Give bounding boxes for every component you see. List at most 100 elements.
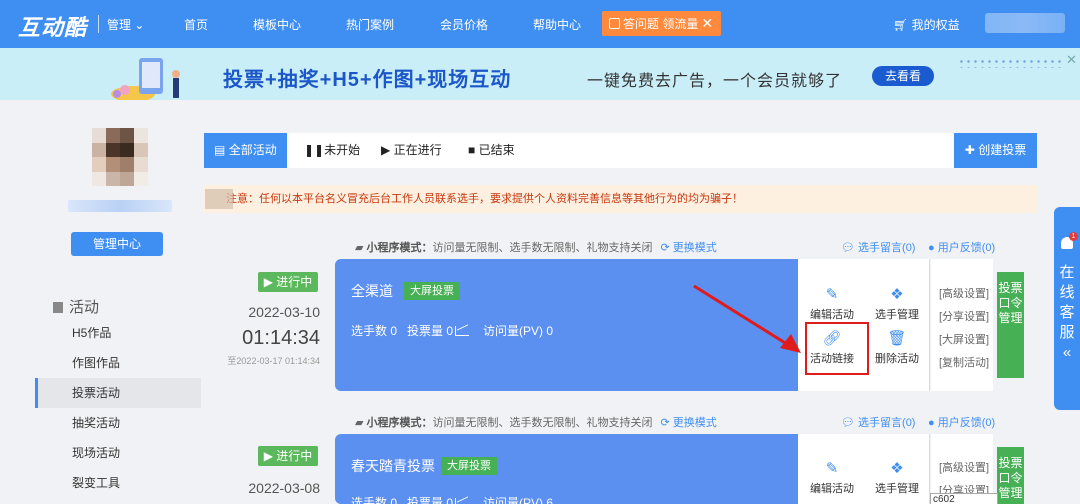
share-settings-link[interactable]: [分享设置] (939, 308, 989, 324)
online-service-label: 在线客服 « (1059, 263, 1075, 363)
refresh-icon: ⟳ (660, 242, 670, 254)
advanced-settings-link[interactable]: [高级设置] (939, 285, 989, 301)
sidebar-item-live[interactable]: 现场活动 (35, 438, 201, 468)
edit-activity-button[interactable]: ✎ 编辑活动 (802, 461, 862, 496)
vote-command-button[interactable]: 投票口令管理 (997, 447, 1024, 504)
sidebar-item-vote[interactable]: 投票活动 (35, 378, 201, 408)
trash-icon: 🗑︎ (887, 330, 907, 347)
plus-icon: ✚ (964, 143, 975, 157)
stat-players: 选手数 0 (351, 324, 398, 338)
mode-desc: 访问量无限制、选手数无限制、礼物支持关闭 (432, 417, 653, 429)
sidebar-item-design[interactable]: 作图作品 (35, 348, 201, 378)
user-feedback-label: 用户反馈(0) (937, 242, 996, 254)
sidebar-section-activity: 活动 (53, 296, 99, 317)
sidebar-item-fission[interactable]: 裂变工具 (35, 468, 201, 498)
delete-activity-label: 删除活动 (875, 353, 919, 365)
manage-center-button[interactable]: 管理中心 (71, 232, 163, 256)
status-badge: ▶ 进行中 (258, 446, 318, 466)
edit-activity-label: 编辑活动 (810, 483, 854, 495)
banner-go-button[interactable]: 去看看 (872, 66, 934, 86)
stat-visits: 访问量(PV) 0 (483, 324, 554, 338)
user-feedback-link[interactable]: ● 用户反馈(0) (928, 414, 995, 430)
promo-qa-button[interactable]: 答问题 领流量 ✕ (602, 11, 721, 36)
edit-icon: ✎ (825, 286, 839, 303)
activity-settings: [高级设置] [分享设置] [大屏设置] [复制活动] (931, 259, 993, 391)
nav-cases[interactable]: 热门案例 (346, 16, 394, 33)
activity-type-tag: 大屏投票 (441, 457, 497, 475)
stop-icon: ■ (468, 143, 476, 157)
user-account-blurred[interactable] (985, 13, 1065, 33)
activity-card[interactable]: 全渠道 大屏投票 选手数 0 投票量 0 访问量(PV) 0 (335, 259, 798, 391)
player-messages-link[interactable]: 💬︎ 选手留言(0) (841, 239, 915, 255)
switch-mode-label: 更换模式 (672, 242, 717, 254)
mode-label: 小程序模式： (366, 242, 433, 254)
collapse-chevron-icon[interactable]: « (1063, 344, 1071, 361)
activity-title[interactable]: 春天踏青投票 (351, 456, 435, 476)
tab-ended-label: 已结束 (478, 143, 515, 157)
player-messages-label: 选手留言(0) (858, 417, 916, 429)
user-feedback-link[interactable]: ● 用户反馈(0) (928, 239, 995, 255)
sidebar-item-lottery[interactable]: 抽奖活动 (35, 408, 201, 438)
close-icon[interactable]: ✕ (701, 11, 713, 36)
sidebar-item-h5[interactable]: H5作品 (35, 318, 201, 348)
mode-desc: 访问量无限制、选手数无限制、礼物支持关闭 (432, 242, 653, 254)
site-logo[interactable]: 互动酷 (18, 10, 87, 42)
tab-all[interactable]: ▤ 全部活动 (204, 133, 287, 168)
mode-icon: ▰ (355, 417, 367, 429)
play-icon: ▶ (263, 275, 273, 289)
cart-icon: 🛒︎ (893, 18, 909, 32)
advanced-settings-link[interactable]: [高级设置] (939, 459, 989, 475)
vote-command-input[interactable]: c602 (930, 493, 998, 504)
phone-illustration-icon (111, 58, 180, 100)
switch-mode-link[interactable]: ⟳ 更换模式 (661, 242, 717, 254)
stat-visits: 访问量(PV) 6 (483, 496, 554, 504)
trend-chart-icon[interactable] (455, 326, 470, 336)
notification-badge: 1 (1069, 232, 1078, 241)
nav-pricing[interactable]: 会员价格 (440, 16, 488, 33)
tab-not-started-label: 未开始 (324, 143, 361, 157)
fraud-notice: 注意：任何以本平台名义冒充后台工作人员联系选手，要求提供个人资料完善信息等其他行… (204, 185, 1037, 213)
player-messages-link[interactable]: 💬︎ 选手留言(0) (841, 414, 915, 430)
nav-manage-dropdown[interactable]: 管理 ⌄ (107, 16, 144, 33)
player-manage-button[interactable]: ❖ 选手管理 (867, 461, 927, 496)
file-icon: ▤ (214, 143, 226, 157)
mode-line-2: ▰ 小程序模式：访问量无限制、选手数无限制、礼物支持关闭 ⟳ 更换模式 (355, 414, 717, 430)
nav-templates[interactable]: 模板中心 (253, 16, 301, 33)
switch-mode-link[interactable]: ⟳ 更换模式 (661, 417, 717, 429)
logo-divider (98, 15, 99, 33)
activity-type-tag: 大屏投票 (404, 282, 460, 300)
nav-manage-label: 管理 (107, 18, 132, 32)
vote-command-button[interactable]: 投票口令管理 (997, 272, 1024, 378)
trend-chart-icon[interactable] (455, 498, 469, 504)
activity-end-range: 至2022-03-17 01:14:34 (227, 356, 320, 366)
stat-votes: 投票量 0 (407, 496, 454, 504)
delete-activity-button[interactable]: 🗑︎ 删除活动 (867, 331, 927, 366)
tab-ended[interactable]: ■ 已结束 (468, 133, 515, 168)
edit-icon: ✎ (825, 460, 839, 477)
speech-icon: ● (928, 417, 935, 429)
screen-settings-link[interactable]: [大屏设置] (939, 331, 989, 347)
stat-players: 选手数 0 (351, 496, 398, 504)
refresh-icon: ⟳ (660, 417, 670, 429)
my-rights-link[interactable]: 🛒︎ 我的权益 (893, 16, 960, 33)
mode-label: 小程序模式： (366, 417, 433, 429)
tab-not-started[interactable]: ❚❚未开始 (304, 133, 360, 168)
nav-home[interactable]: 首页 (184, 16, 208, 33)
banner-close-icon[interactable]: ✕ (1066, 52, 1077, 68)
nav-help[interactable]: 帮助中心 (533, 16, 581, 33)
activity-card[interactable]: 春天踏青投票 大屏投票 选手数 0 投票量 0 访问量(PV) 6 (335, 434, 798, 504)
chat-icon: 💬︎ (841, 417, 855, 429)
promo-banner[interactable]: 投票+抽奖+H5+作图+现场互动 一键免费去广告，一个会员就够了 去看看 ✕ (0, 48, 1080, 100)
username-blurred (68, 200, 172, 212)
tab-ongoing[interactable]: ▶ 正在进行 (381, 133, 442, 168)
create-vote-button[interactable]: ✚ 创建投票 (954, 133, 1037, 168)
edit-activity-button[interactable]: ✎ 编辑活动 (802, 287, 862, 322)
online-service-tab[interactable]: 1 在线客服 « (1054, 207, 1080, 410)
activity-title[interactable]: 全渠道 (351, 281, 393, 301)
player-manage-button[interactable]: ❖ 选手管理 (867, 287, 927, 322)
avatar-pixelated[interactable] (92, 128, 148, 186)
promo-label: 答问题 领流量 (623, 17, 699, 31)
mode-line-1: ▰ 小程序模式：访问量无限制、选手数无限制、礼物支持关闭 ⟳ 更换模式 (355, 239, 717, 255)
player-messages-label: 选手留言(0) (858, 242, 916, 254)
copy-activity-link[interactable]: [复制活动] (939, 354, 989, 370)
